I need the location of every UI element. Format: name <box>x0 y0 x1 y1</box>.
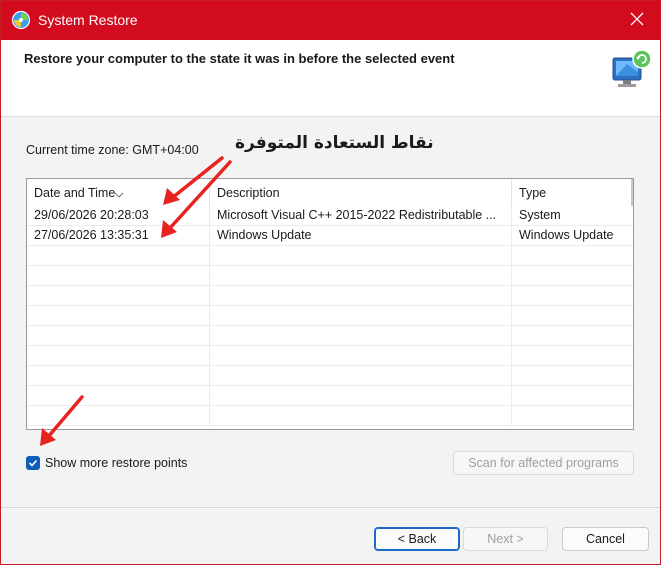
title-bar[interactable]: System Restore <box>1 1 660 40</box>
scan-affected-programs-button[interactable]: Scan for affected programs <box>453 451 634 475</box>
table-row-empty <box>27 406 633 426</box>
table-row-empty <box>27 366 633 386</box>
system-restore-icon <box>11 10 31 30</box>
cell-type: System <box>511 206 631 225</box>
column-resize-handle[interactable] <box>631 179 633 206</box>
column-header-type-label: Type <box>519 186 547 200</box>
close-icon <box>630 12 644 29</box>
window-title: System Restore <box>38 12 138 28</box>
table-row-empty <box>27 286 633 306</box>
cell-description: Microsoft Visual C++ 2015-2022 Redistrib… <box>209 206 511 225</box>
restore-monitor-icon <box>609 46 655 92</box>
cell-description: Windows Update <box>209 226 511 245</box>
instruction-heading: Restore your computer to the state it wa… <box>24 51 455 66</box>
table-row[interactable]: 29/06/2026 20:28:03 Microsoft Visual C++… <box>27 206 633 226</box>
back-button[interactable]: < Back <box>374 527 460 551</box>
column-header-date[interactable]: Date and Time <box>27 179 209 206</box>
system-restore-window: System Restore Restore your computer to … <box>0 0 661 565</box>
column-header-description-label: Description <box>217 186 280 200</box>
sort-down-icon <box>114 180 124 208</box>
show-more-restore-points-checkbox[interactable]: Show more restore points <box>26 454 187 472</box>
column-header-type[interactable]: Type <box>511 179 631 206</box>
table-row-empty <box>27 246 633 266</box>
header-panel: Restore your computer to the state it wa… <box>1 40 660 117</box>
footer-divider <box>1 507 660 508</box>
cancel-button[interactable]: Cancel <box>562 527 649 551</box>
close-button[interactable] <box>614 1 660 40</box>
table-body: 29/06/2026 20:28:03 Microsoft Visual C++… <box>27 206 633 426</box>
table-row-empty <box>27 346 633 366</box>
table-row-empty <box>27 306 633 326</box>
show-more-label[interactable]: Show more restore points <box>45 456 187 470</box>
annotation-text: نقاط الستعادة المتوفرة <box>235 133 434 153</box>
table-row-empty <box>27 386 633 406</box>
column-header-description[interactable]: Description <box>209 179 511 206</box>
checkbox-checked-icon[interactable] <box>26 456 40 470</box>
cell-date: 29/06/2026 20:28:03 <box>34 208 149 222</box>
timezone-label: Current time zone: GMT+04:00 <box>26 143 199 157</box>
cell-date: 27/06/2026 13:35:31 <box>34 228 149 242</box>
next-button[interactable]: Next > <box>463 527 548 551</box>
table-row-empty <box>27 266 633 286</box>
table-header: Date and Time Description Type <box>27 179 633 206</box>
column-header-date-label: Date and Time <box>34 186 116 200</box>
table-row[interactable]: 27/06/2026 13:35:31 Windows Update Windo… <box>27 226 633 246</box>
table-row-empty <box>27 326 633 346</box>
restore-points-table[interactable]: Date and Time Description Type 29/06/202… <box>26 178 634 430</box>
cell-type: Windows Update <box>511 226 631 245</box>
